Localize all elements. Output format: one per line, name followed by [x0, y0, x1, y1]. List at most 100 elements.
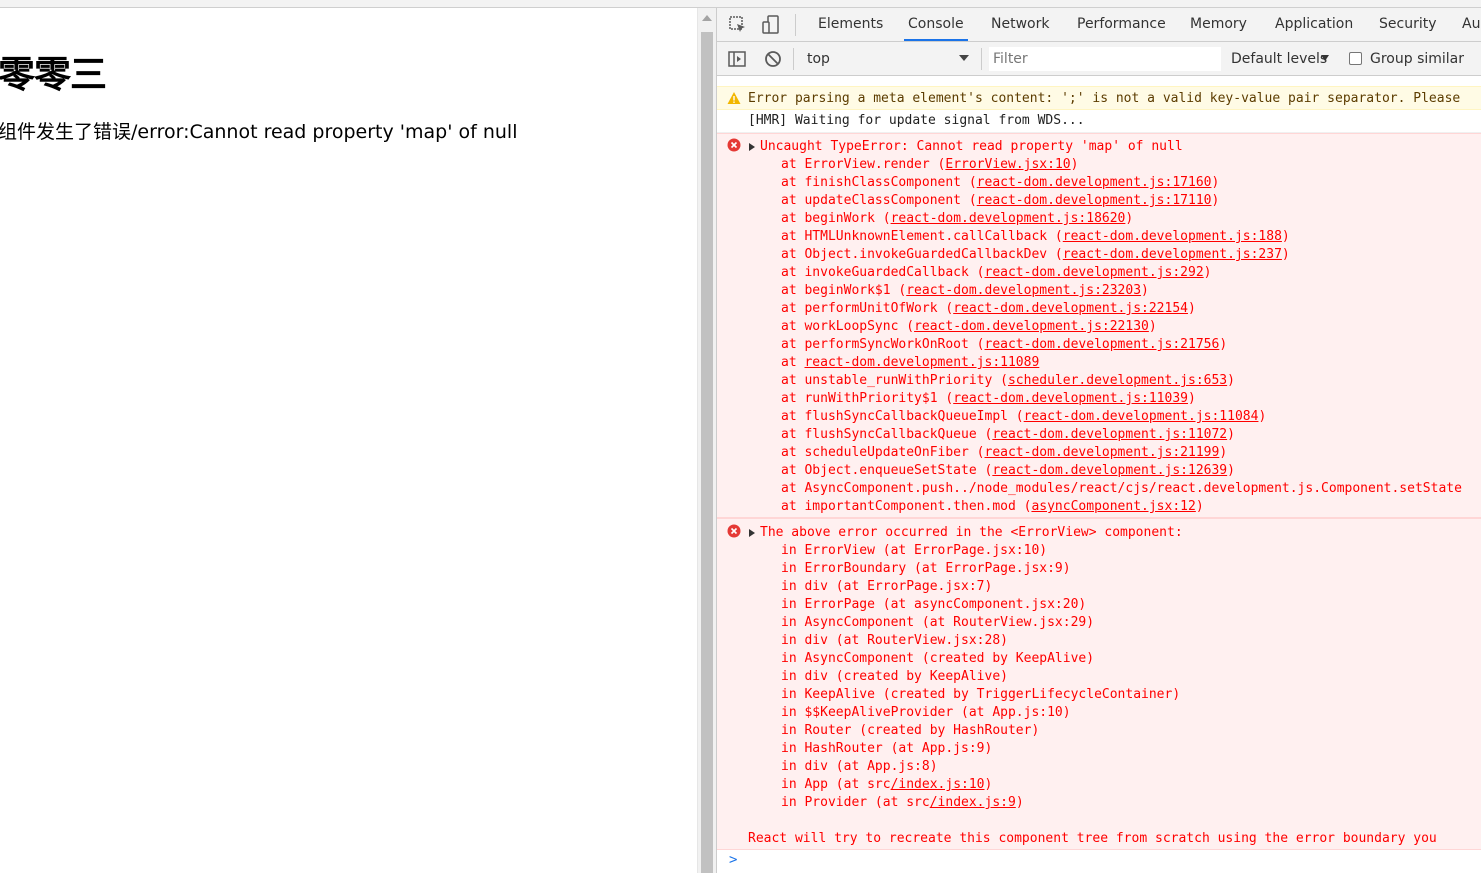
stack-frame: at importantComponent.then.mod (asyncCom… [781, 498, 1204, 516]
stack-frame: at performUnitOfWork (react-dom.developm… [781, 300, 1196, 318]
source-link[interactable]: react-dom.development.js:12639 [992, 463, 1227, 478]
scroll-up-arrow-icon[interactable] [702, 15, 712, 21]
stack-frame: in KeepAlive (created by TriggerLifecycl… [781, 686, 1180, 704]
stack-frame-function: at beginWork$1 ( [781, 283, 907, 298]
console-error-message: Uncaught TypeError: Cannot read property… [717, 133, 1481, 518]
tab-application[interactable]: Application [1275, 8, 1353, 41]
console-toolbar: top Default levels Group similar [717, 42, 1481, 76]
stack-frame-function: at finishClassComponent ( [781, 175, 977, 190]
error-title[interactable]: Uncaught TypeError: Cannot read property… [760, 138, 1183, 156]
tab-network[interactable]: Network [991, 8, 1049, 41]
stack-frame-tail: ) [1227, 373, 1235, 388]
source-link[interactable]: react-dom.development.js:11089 [804, 355, 1039, 370]
warning-icon [727, 92, 741, 104]
source-link[interactable]: react-dom.development.js:11072 [992, 427, 1227, 442]
stack-frame-function: at scheduleUpdateOnFiber ( [781, 445, 985, 460]
source-link[interactable]: react-dom.development.js:17110 [977, 193, 1212, 208]
group-similar-label: Group similar [1370, 51, 1465, 67]
source-link[interactable]: react-dom.development.js:21199 [985, 445, 1220, 460]
stack-frame-tail: ) [1281, 229, 1290, 244]
console-error-message: The above error occurred in the <ErrorVi… [717, 518, 1481, 850]
source-link[interactable]: react-dom.development.js:17160 [977, 175, 1212, 190]
stack-frame: in $$KeepAliveProvider (at App.js:10) [781, 704, 1071, 722]
stack-frame-tail: ) [1125, 211, 1134, 226]
console-log-message: [HMR] Waiting for update signal from WDS… [717, 110, 1481, 133]
show-sidebar-icon[interactable] [727, 49, 747, 69]
stack-frame-function: at beginWork ( [781, 211, 891, 226]
source-link[interactable]: /index.js:10 [891, 777, 985, 792]
source-link[interactable]: react-dom.development.js:23203 [906, 283, 1141, 298]
stack-frame: in ErrorPage (at asyncComponent.jsx:20) [781, 596, 1086, 614]
log-levels-dropdown[interactable]: Default levels [1231, 48, 1327, 70]
stack-frame-function: at AsyncComponent.push../node_modules/re… [781, 481, 1462, 496]
device-toolbar-icon[interactable] [761, 15, 781, 35]
devtools-panel: Elements Console Network Performance Mem… [716, 8, 1481, 873]
source-link[interactable]: /index.js:9 [930, 795, 1016, 810]
execution-context-select[interactable]: top [801, 48, 977, 70]
source-link[interactable]: react-dom.development.js:11084 [1024, 409, 1259, 424]
chevron-down-icon[interactable] [1321, 55, 1329, 61]
inspect-element-icon[interactable] [728, 15, 748, 35]
stack-frame: in div (created by KeepAlive) [781, 668, 1008, 686]
stack-frame-function: in Router (created by HashRouter) [781, 723, 1040, 738]
clear-console-icon[interactable] [763, 49, 783, 69]
stack-frame: at AsyncComponent.push../node_modules/re… [781, 480, 1462, 498]
stack-frame-tail: ) [1211, 175, 1220, 190]
browser-top-strip [0, 0, 1481, 8]
source-link[interactable]: react-dom.development.js:11039 [953, 391, 1188, 406]
console-filter-input[interactable] [989, 47, 1221, 71]
stack-frame-function: in AsyncComponent (created by KeepAlive) [781, 651, 1095, 666]
stack-frame: at react-dom.development.js:11089 [781, 354, 1039, 372]
stack-frame: in div (at RouterView.jsx:28) [781, 632, 1008, 650]
stack-frame: in Router (created by HashRouter) [781, 722, 1039, 740]
tab-performance[interactable]: Performance [1077, 8, 1166, 41]
expand-triangle-icon[interactable] [749, 529, 755, 537]
source-link[interactable]: react-dom.development.js:22154 [953, 301, 1188, 316]
tab-security[interactable]: Security [1379, 8, 1437, 41]
stack-frame: in ErrorView (at ErrorPage.jsx:10) [781, 542, 1047, 560]
scroll-thumb[interactable] [701, 32, 713, 873]
source-link[interactable]: react-dom.development.js:292 [985, 265, 1204, 280]
source-link[interactable]: asyncComponent.jsx:12 [1031, 499, 1195, 514]
tab-console[interactable]: Console [904, 8, 968, 41]
source-link[interactable]: react-dom.development.js:22130 [914, 319, 1149, 334]
devtools-tabbar: Elements Console Network Performance Mem… [717, 8, 1481, 42]
stack-frame-function: in div (at RouterView.jsx:28) [781, 633, 1008, 648]
error-title[interactable]: The above error occurred in the <ErrorVi… [760, 524, 1183, 542]
stack-frame-function: at importantComponent.then.mod ( [781, 499, 1032, 514]
stack-frame: at Object.invokeGuardedCallbackDev (reac… [781, 246, 1290, 264]
tab-memory[interactable]: Memory [1190, 8, 1247, 41]
stack-frame-function: at performSyncWorkOnRoot ( [781, 337, 985, 352]
source-link[interactable]: react-dom.development.js:188 [1063, 229, 1282, 244]
source-link[interactable]: scheduler.development.js:653 [1008, 373, 1227, 388]
stack-frame-function: in div (at ErrorPage.jsx:7) [781, 579, 993, 594]
page-scrollbar[interactable] [697, 8, 716, 873]
stack-frame-function: in KeepAlive (created by TriggerLifecycl… [781, 687, 1181, 702]
chevron-down-icon[interactable] [959, 55, 969, 61]
stack-frame-tail: ) [1203, 265, 1212, 280]
source-link[interactable]: ErrorView.jsx:10 [945, 157, 1070, 172]
stack-frame: at invokeGuardedCallback (react-dom.deve… [781, 264, 1211, 282]
error-icon [727, 524, 741, 538]
tab-elements[interactable]: Elements [818, 8, 883, 41]
stack-frame: at HTMLUnknownElement.callCallback (reac… [781, 228, 1290, 246]
stack-frame: in div (at App.js:8) [781, 758, 938, 776]
stack-frame-tail: ) [1227, 427, 1235, 442]
tab-audits[interactable]: Au [1462, 8, 1480, 41]
source-link[interactable]: react-dom.development.js:237 [1063, 247, 1282, 262]
stack-frame: at flushSyncCallbackQueueImpl (react-dom… [781, 408, 1266, 426]
console-prompt[interactable]: > [717, 850, 1481, 873]
stack-frame: in AsyncComponent (at RouterView.jsx:29) [781, 614, 1094, 632]
log-text: [HMR] Waiting for update signal from WDS… [748, 113, 1085, 128]
stack-frame-function: at performUnitOfWork ( [781, 301, 954, 316]
source-link[interactable]: react-dom.development.js:21756 [985, 337, 1220, 352]
stack-frame: at ErrorView.render (ErrorView.jsx:10) [781, 156, 1078, 174]
expand-triangle-icon[interactable] [749, 143, 755, 151]
group-similar-checkbox[interactable] [1349, 52, 1362, 65]
stack-frame-function: at unstable_runWithPriority ( [781, 373, 1008, 388]
stack-frame: in App (at src/index.js:10) [781, 776, 992, 794]
stack-frame: at scheduleUpdateOnFiber (react-dom.deve… [781, 444, 1227, 462]
source-link[interactable]: react-dom.development.js:18620 [891, 211, 1126, 226]
stack-frame-function: at Object.invokeGuardedCallbackDev ( [781, 247, 1063, 262]
stack-frame-tail: ) [1227, 463, 1235, 478]
